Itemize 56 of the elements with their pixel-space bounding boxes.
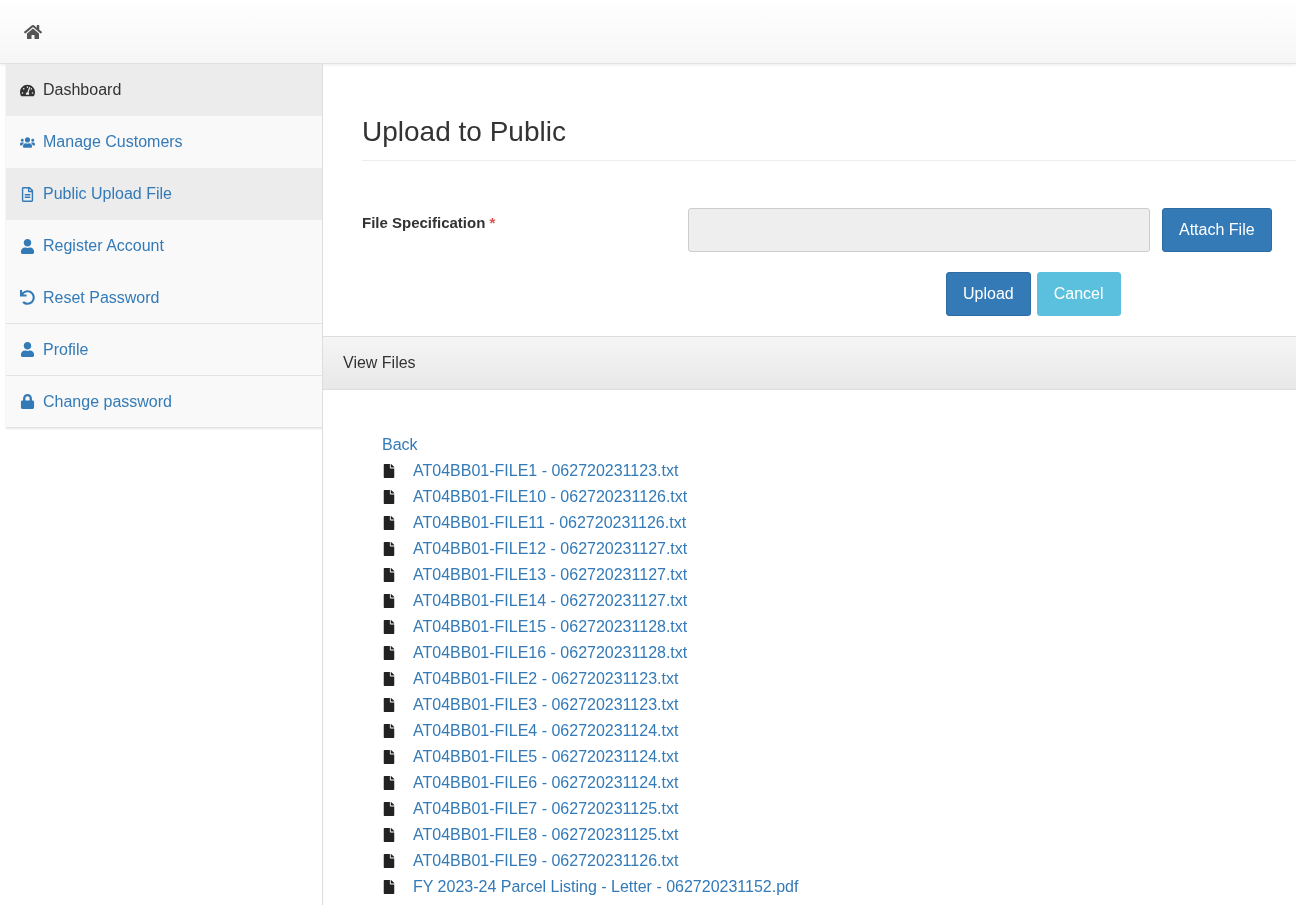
document-icon bbox=[20, 186, 35, 202]
file-link[interactable]: AT04BB01-FILE14 - 062720231127.txt bbox=[413, 588, 688, 614]
sidebar-item[interactable]: Manage Customers bbox=[6, 116, 322, 168]
upload-button[interactable]: Upload bbox=[946, 272, 1031, 316]
lock-icon bbox=[20, 394, 35, 409]
file-link[interactable]: AT04BB01-FILE8 - 062720231125.txt bbox=[413, 822, 679, 848]
file-icon bbox=[382, 880, 396, 894]
file-icon bbox=[382, 490, 396, 504]
file-link[interactable]: AT04BB01-FILE2 - 062720231123.txt bbox=[413, 666, 679, 692]
user-icon bbox=[20, 238, 35, 254]
sidebar-item[interactable]: Change password bbox=[6, 376, 322, 428]
file-icon bbox=[382, 724, 396, 738]
file-link[interactable]: AT04BB01-FILE11 - 062720231126.txt bbox=[413, 510, 687, 536]
panel-heading: View Files bbox=[323, 336, 1296, 390]
page-title: Upload to Public bbox=[362, 116, 1296, 161]
file-link[interactable]: AT04BB01-FILE10 - 062720231126.txt bbox=[413, 484, 688, 510]
home-icon[interactable] bbox=[24, 22, 42, 41]
file-icon bbox=[382, 698, 396, 712]
file-icon bbox=[382, 672, 396, 686]
file-icon bbox=[382, 646, 396, 660]
sidebar-item[interactable]: Profile bbox=[6, 324, 322, 376]
file-icon bbox=[382, 594, 396, 608]
sidebar-item[interactable]: Register Account bbox=[6, 220, 322, 272]
file-icon bbox=[382, 464, 396, 478]
user-icon bbox=[20, 342, 35, 357]
file-icon bbox=[382, 828, 396, 842]
file-icon bbox=[382, 802, 396, 816]
file-link[interactable]: AT04BB01-FILE16 - 062720231128.txt bbox=[413, 640, 688, 666]
file-link[interactable]: AT04BB01-FILE3 - 062720231123.txt bbox=[413, 692, 679, 718]
sidebar-item[interactable]: Reset Password bbox=[6, 272, 322, 324]
sidebar-item[interactable]: Public Upload File bbox=[6, 168, 322, 220]
file-icon bbox=[382, 568, 396, 582]
users-icon bbox=[20, 134, 35, 150]
file-link[interactable]: FY 2023-24 Parcel Listing - Letter - 062720231152.pdf bbox=[413, 874, 799, 900]
dashboard-icon bbox=[20, 82, 35, 98]
file-link[interactable]: AT04BB01-FILE4 - 062720231124.txt bbox=[413, 718, 679, 744]
file-icon bbox=[382, 750, 396, 764]
file-link[interactable]: AT04BB01-FILE5 - 062720231124.txt bbox=[413, 744, 679, 770]
file-link[interactable]: AT04BB01-FILE7 - 062720231125.txt bbox=[413, 796, 679, 822]
file-link[interactable]: AT04BB01-FILE13 - 062720231127.txt bbox=[413, 562, 688, 588]
file-icon bbox=[382, 620, 396, 634]
reset-icon bbox=[20, 290, 35, 305]
field-label: File Specification * bbox=[362, 213, 497, 231]
file-icon bbox=[382, 854, 396, 868]
file-link[interactable]: AT04BB01-FILE6 - 062720231124.txt bbox=[413, 770, 679, 796]
file-path-field[interactable] bbox=[688, 208, 1150, 252]
file-link[interactable]: AT04BB01-FILE1 - 062720231123.txt bbox=[413, 458, 679, 484]
file-link[interactable]: AT04BB01-FILE15 - 062720231128.txt bbox=[413, 614, 688, 640]
file-icon bbox=[382, 776, 396, 790]
attach-file-button[interactable]: Attach File bbox=[1162, 208, 1272, 252]
file-link[interactable]: AT04BB01-FILE12 - 062720231127.txt bbox=[413, 536, 688, 562]
file-icon bbox=[382, 516, 396, 530]
sidebar-item[interactable]: Dashboard bbox=[6, 64, 322, 116]
file-icon bbox=[382, 542, 396, 556]
file-link[interactable]: AT04BB01-FILE9 - 062720231126.txt bbox=[413, 848, 679, 874]
back-link[interactable]: Back bbox=[382, 432, 418, 458]
